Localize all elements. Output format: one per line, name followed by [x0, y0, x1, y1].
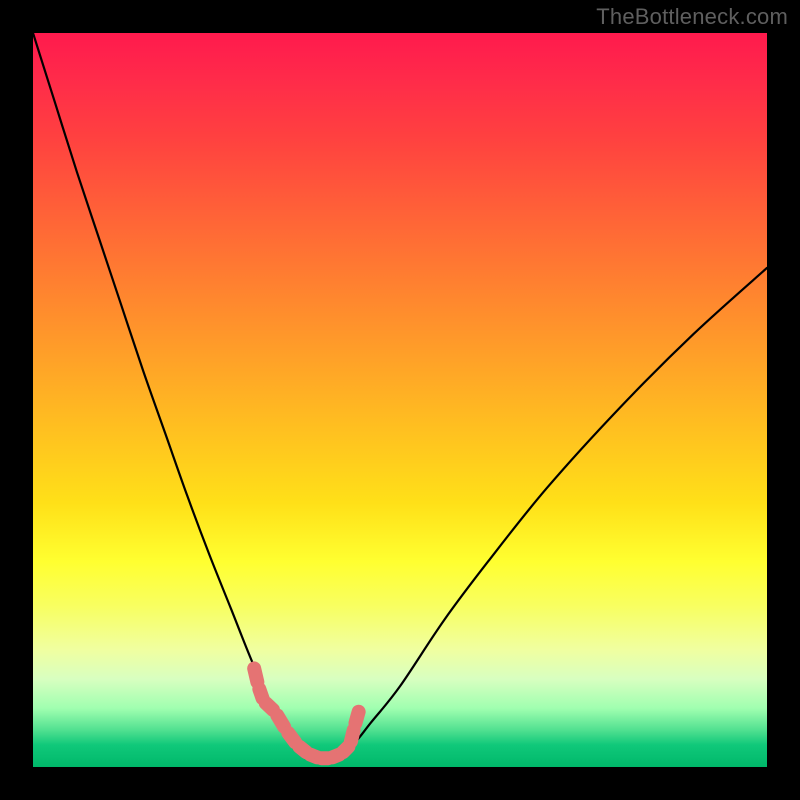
- main-curve-line: [33, 33, 767, 759]
- highlight-dash: [266, 703, 273, 710]
- highlight-dash: [254, 668, 257, 682]
- highlight-dash: [259, 689, 262, 698]
- watermark-text: TheBottleneck.com: [596, 4, 788, 30]
- highlight-dash: [288, 733, 295, 742]
- highlight-dash: [351, 730, 354, 741]
- main-curve-path: [33, 33, 767, 759]
- highlight-dash: [355, 712, 358, 723]
- outer-frame: TheBottleneck.com: [0, 0, 800, 800]
- plot-area: [33, 33, 767, 767]
- chart-svg: [33, 33, 767, 767]
- highlight-segment: [254, 668, 358, 758]
- highlight-dash: [277, 715, 284, 726]
